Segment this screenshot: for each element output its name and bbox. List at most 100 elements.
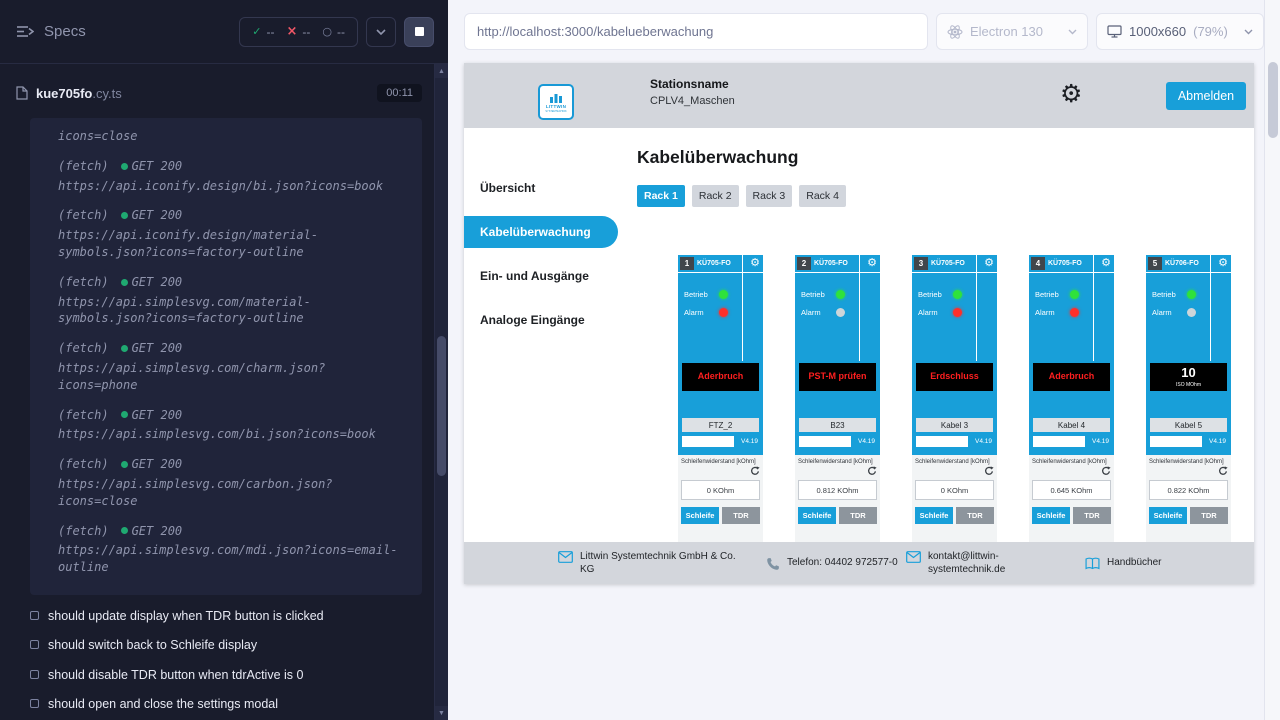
schleife-button[interactable]: Schleife — [681, 507, 719, 524]
url-bar[interactable] — [464, 13, 928, 50]
app-footer: Littwin Systemtechnik GmbH & Co. KG Tele… — [464, 542, 1254, 584]
alarm-label: Alarm — [918, 308, 938, 317]
refresh-icon[interactable] — [1149, 466, 1228, 478]
sidebar-item[interactable]: Analoge Eingänge — [464, 298, 621, 342]
alarm-label: Alarm — [1035, 308, 1055, 317]
fetch-log-entry[interactable]: (fetch) GET 200 https://api.simplesvg.co… — [58, 523, 402, 576]
slot-number: 2 — [797, 257, 811, 270]
measure-label: Schleifenwiderstand [kOhm] — [1149, 459, 1228, 465]
spec-name[interactable]: kue705fo.cy.ts — [36, 86, 122, 101]
refresh-icon[interactable] — [798, 466, 877, 478]
runner-controls: ✓-- ×-- ○-- — [239, 17, 434, 47]
reporter-scrollbar-thumb[interactable] — [437, 336, 446, 476]
reporter-scrollbar[interactable]: ▲ ▼ — [434, 64, 448, 720]
schleife-button[interactable]: Schleife — [798, 507, 836, 524]
station-info: Stationsname CPLV4_Maschen — [650, 77, 735, 107]
blank-field — [1150, 436, 1202, 447]
logout-button[interactable]: Abmelden — [1166, 82, 1246, 110]
sidebar-item[interactable]: Kabelüberwachung — [464, 216, 618, 248]
fetch-log-entry[interactable]: (fetch) GET 200 https://api.simplesvg.co… — [58, 456, 402, 509]
tdr-button[interactable]: TDR — [1073, 507, 1111, 524]
page-scrollbar-thumb[interactable] — [1268, 62, 1278, 138]
betrieb-label: Betrieb — [1152, 290, 1176, 299]
slot-number: 5 — [1148, 257, 1162, 270]
test-title[interactable]: should disable TDR button when tdrActive… — [30, 668, 422, 682]
log-status-code: GET 200 — [132, 158, 183, 175]
card-gear-icon[interactable]: ⚙ — [1218, 257, 1228, 268]
alarm-led — [1070, 308, 1079, 317]
rack-tab[interactable]: Rack 1 — [637, 185, 685, 207]
sidebar-item[interactable]: Übersicht — [464, 166, 621, 210]
status-text: 10 — [1181, 366, 1195, 380]
betrieb-label: Betrieb — [918, 290, 942, 299]
circle-icon: ○ — [322, 25, 332, 38]
device-model: KÜ706-FO — [1165, 260, 1199, 267]
measure-label: Schleifenwiderstand [kOhm] — [798, 459, 877, 465]
status-ok-dot — [121, 345, 128, 352]
footer-manuals[interactable]: Handbücher — [1085, 556, 1161, 570]
log-line-partial[interactable]: icons=close — [58, 128, 402, 145]
page-scrollbar[interactable] — [1264, 0, 1280, 720]
tdr-button[interactable]: TDR — [722, 507, 760, 524]
version-row: V4.19 — [916, 436, 993, 447]
stat-failed: ×-- — [286, 24, 310, 39]
test-title[interactable]: should switch back to Schleife display — [30, 638, 422, 652]
settings-gear-icon[interactable]: ⚙ — [1060, 81, 1082, 106]
mail-icon — [558, 551, 573, 563]
specs-menu-icon[interactable] — [16, 25, 34, 38]
test-list: should update display when TDR button is… — [30, 609, 422, 712]
test-title[interactable]: should open and close the settings modal — [30, 697, 422, 711]
card-gear-icon[interactable]: ⚙ — [867, 257, 877, 268]
stop-button[interactable] — [404, 17, 434, 47]
version-row: V4.19 — [682, 436, 759, 447]
app-body: Übersicht Kabelüberwachung Ein- und Ausg… — [464, 128, 1254, 584]
browser-select[interactable]: Electron 130 — [936, 13, 1088, 50]
scroll-down-icon[interactable]: ▼ — [435, 706, 448, 720]
sidebar-item[interactable]: Ein- und Ausgänge — [464, 254, 621, 298]
scroll-up-icon[interactable]: ▲ — [435, 64, 448, 78]
device-card: 2 KÜ705-FO ⚙ Betrieb Alarm — [795, 255, 880, 555]
refresh-icon[interactable] — [915, 466, 994, 478]
refresh-icon[interactable] — [1032, 466, 1111, 478]
collapse-button[interactable] — [366, 17, 396, 47]
url-input[interactable] — [477, 24, 915, 39]
fetch-log-entry[interactable]: (fetch) GET 200 https://api.simplesvg.co… — [58, 274, 402, 327]
measure-label: Schleifenwiderstand [kOhm] — [681, 459, 760, 465]
schleife-button[interactable]: Schleife — [1032, 507, 1070, 524]
schleife-button[interactable]: Schleife — [915, 507, 953, 524]
viewport-select[interactable]: 1000x660 (79%) — [1096, 13, 1264, 50]
alarm-label: Alarm — [1152, 308, 1172, 317]
specs-title[interactable]: Specs — [44, 23, 86, 40]
fetch-log-entry[interactable]: (fetch) GET 200 https://api.simplesvg.co… — [58, 407, 402, 444]
card-gear-icon[interactable]: ⚙ — [1101, 257, 1111, 268]
test-state-icon — [30, 611, 39, 620]
rack-tab[interactable]: Rack 4 — [799, 185, 846, 207]
card-gear-icon[interactable]: ⚙ — [984, 257, 994, 268]
card-gear-icon[interactable]: ⚙ — [750, 257, 760, 268]
betrieb-row: Betrieb — [918, 288, 962, 300]
alarm-label: Alarm — [684, 308, 704, 317]
status-text: Erdschluss — [930, 372, 979, 382]
status-ok-dot — [121, 411, 128, 418]
log-status-code: GET 200 — [132, 340, 183, 357]
schleife-button[interactable]: Schleife — [1149, 507, 1187, 524]
fetch-log-entry[interactable]: (fetch) GET 200 https://api.simplesvg.co… — [58, 340, 402, 393]
blank-field — [682, 436, 734, 447]
rack-tab[interactable]: Rack 3 — [746, 185, 793, 207]
tdr-button[interactable]: TDR — [1190, 507, 1228, 524]
measure-value: 0.645 KOhm — [1032, 480, 1111, 500]
test-stats[interactable]: ✓-- ×-- ○-- — [239, 17, 358, 47]
alarm-led — [1187, 308, 1196, 317]
tdr-button[interactable]: TDR — [839, 507, 877, 524]
card-header: 1 KÜ705-FO ⚙ — [678, 255, 763, 273]
fetch-log-entry[interactable]: (fetch) GET 200 https://api.iconify.desi… — [58, 207, 402, 260]
refresh-icon[interactable] — [681, 466, 760, 478]
log-method: (fetch) — [58, 456, 109, 473]
tdr-button[interactable]: TDR — [956, 507, 994, 524]
status-text: Aderbruch — [1049, 372, 1095, 382]
test-title[interactable]: should update display when TDR button is… — [30, 609, 422, 623]
spec-timer: 00:11 — [377, 84, 422, 102]
fetch-log-entry[interactable]: (fetch) GET 200 https://api.iconify.desi… — [58, 158, 402, 195]
rack-tab[interactable]: Rack 2 — [692, 185, 739, 207]
log-url: https://api.simplesvg.com/bi.json?icons=… — [58, 426, 402, 443]
